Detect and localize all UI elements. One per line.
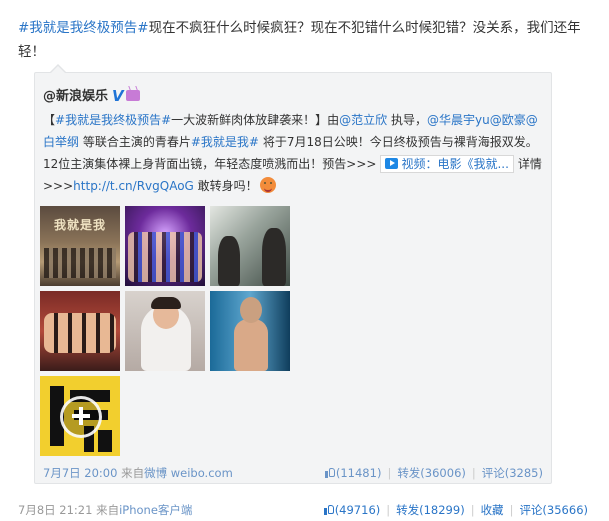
poster-image[interactable]: 我就是我 <box>40 206 120 286</box>
from-label: 来自 <box>121 466 145 480</box>
repost-meta: 7月7日 20:00 来自微博 weibo.com (11481) | 转发(360… <box>43 465 543 481</box>
repost-text-part: 敢转身吗！ <box>197 179 258 193</box>
emoji-icon <box>259 177 276 193</box>
like-button[interactable]: (11481) <box>324 466 382 480</box>
divider: | <box>386 503 391 517</box>
comment-button[interactable]: 评论(3285) <box>482 466 543 480</box>
like-count: (11481) <box>335 466 382 480</box>
post-actions: (49716) | 转发(18299) | 收藏 | 评论(35666) <box>323 502 588 518</box>
comment-button[interactable]: 评论(35666) <box>519 503 588 517</box>
poster-caption: 我就是我 <box>54 218 107 232</box>
verified-icon[interactable]: V <box>112 87 124 105</box>
repost-text-part: 等联合主演的青春片 <box>82 135 191 149</box>
gym-photo-image[interactable] <box>210 206 290 286</box>
source-link[interactable]: 微博 weibo.com <box>144 466 233 480</box>
divider: | <box>471 466 476 480</box>
favorite-button[interactable]: 收藏 <box>481 503 504 517</box>
poster-figures <box>44 248 116 278</box>
repost-pointer-fill <box>50 66 66 74</box>
divider: | <box>387 466 392 480</box>
figure <box>262 228 286 286</box>
footer-left: 7月8日 21:21 来自iPhone客户端 <box>18 502 192 518</box>
tv-badge-icon[interactable] <box>125 90 140 101</box>
divider: | <box>470 503 475 517</box>
repost-actions: (11481) | 转发(36006) | 评论(3285) <box>324 465 543 481</box>
mention-fan-lixin[interactable]: @范立欣 <box>339 113 387 127</box>
topic-link-final-trailer[interactable]: #我就是我终极预告# <box>55 113 171 127</box>
crowd-figures <box>128 232 202 282</box>
video-link-label: 视频：电影《我就... <box>401 157 509 171</box>
figure-hair <box>151 297 181 309</box>
figure-head <box>240 297 262 323</box>
repost-text: 【#我就是我终极预告#一大波新鲜肉体放肆袭来！】由@范立欣 执导，@华晨宇yu@… <box>43 109 543 197</box>
like-button[interactable]: (49716) <box>323 503 381 517</box>
client-source-link[interactable]: iPhone客户端 <box>119 503 192 517</box>
repost-time-link[interactable]: 7月7日 20:00 <box>43 466 117 480</box>
group-photo-image[interactable] <box>125 206 205 286</box>
mention-hua-chenyu[interactable]: @华晨宇yu <box>427 113 490 127</box>
friends-photo-image[interactable] <box>40 291 120 371</box>
thumbs-up-icon <box>324 467 336 478</box>
post-footer: 7月8日 21:21 来自iPhone客户端 (49716) | 转发(18299)… <box>18 502 588 518</box>
portrait-image[interactable] <box>125 291 205 371</box>
figure <box>218 236 240 286</box>
repost-text-part: 执导， <box>391 113 428 127</box>
topic-link-movie[interactable]: #我就是我# <box>191 135 259 149</box>
from-label: 来自 <box>96 503 120 517</box>
play-icon[interactable] <box>60 396 102 438</box>
post-text: #我就是我终极预告#现在不疯狂什么时候疯狂？现在不犯错什么时候犯错？没关系，我们… <box>18 16 588 64</box>
video-play-icon <box>385 158 399 169</box>
pool-photo-image[interactable] <box>210 291 290 371</box>
like-count: (49716) <box>334 503 381 517</box>
video-thumbnail-image[interactable] <box>40 376 120 456</box>
repost-author: @新浪娱乐 V <box>43 85 140 105</box>
author-link[interactable]: @新浪娱乐 <box>43 89 108 104</box>
thumbs-up-icon <box>323 504 335 515</box>
bracket-text: 【 <box>43 113 56 127</box>
repost-text-part: >>> <box>43 179 74 193</box>
short-url-link[interactable]: http://t.cn/RvgQAoG <box>73 179 194 193</box>
faces <box>44 313 116 353</box>
repost-text-part: 一大波新鲜肉体放肆袭来！】由 <box>171 113 340 127</box>
details-text: 详情 <box>517 157 542 171</box>
repost-meta-left: 7月7日 20:00 来自微博 weibo.com <box>43 465 233 481</box>
topic-link[interactable]: #我就是我终极预告# <box>18 20 149 36</box>
divider: | <box>509 503 514 517</box>
video-link[interactable]: 视频：电影《我就... <box>380 155 514 173</box>
mention-ou-hao[interactable]: @欧豪 <box>490 113 526 127</box>
repost-button[interactable]: 转发(18299) <box>396 503 465 517</box>
repost-button[interactable]: 转发(36006) <box>397 466 466 480</box>
post-time-link[interactable]: 7月8日 21:21 <box>18 503 92 517</box>
figure-body <box>234 319 268 371</box>
